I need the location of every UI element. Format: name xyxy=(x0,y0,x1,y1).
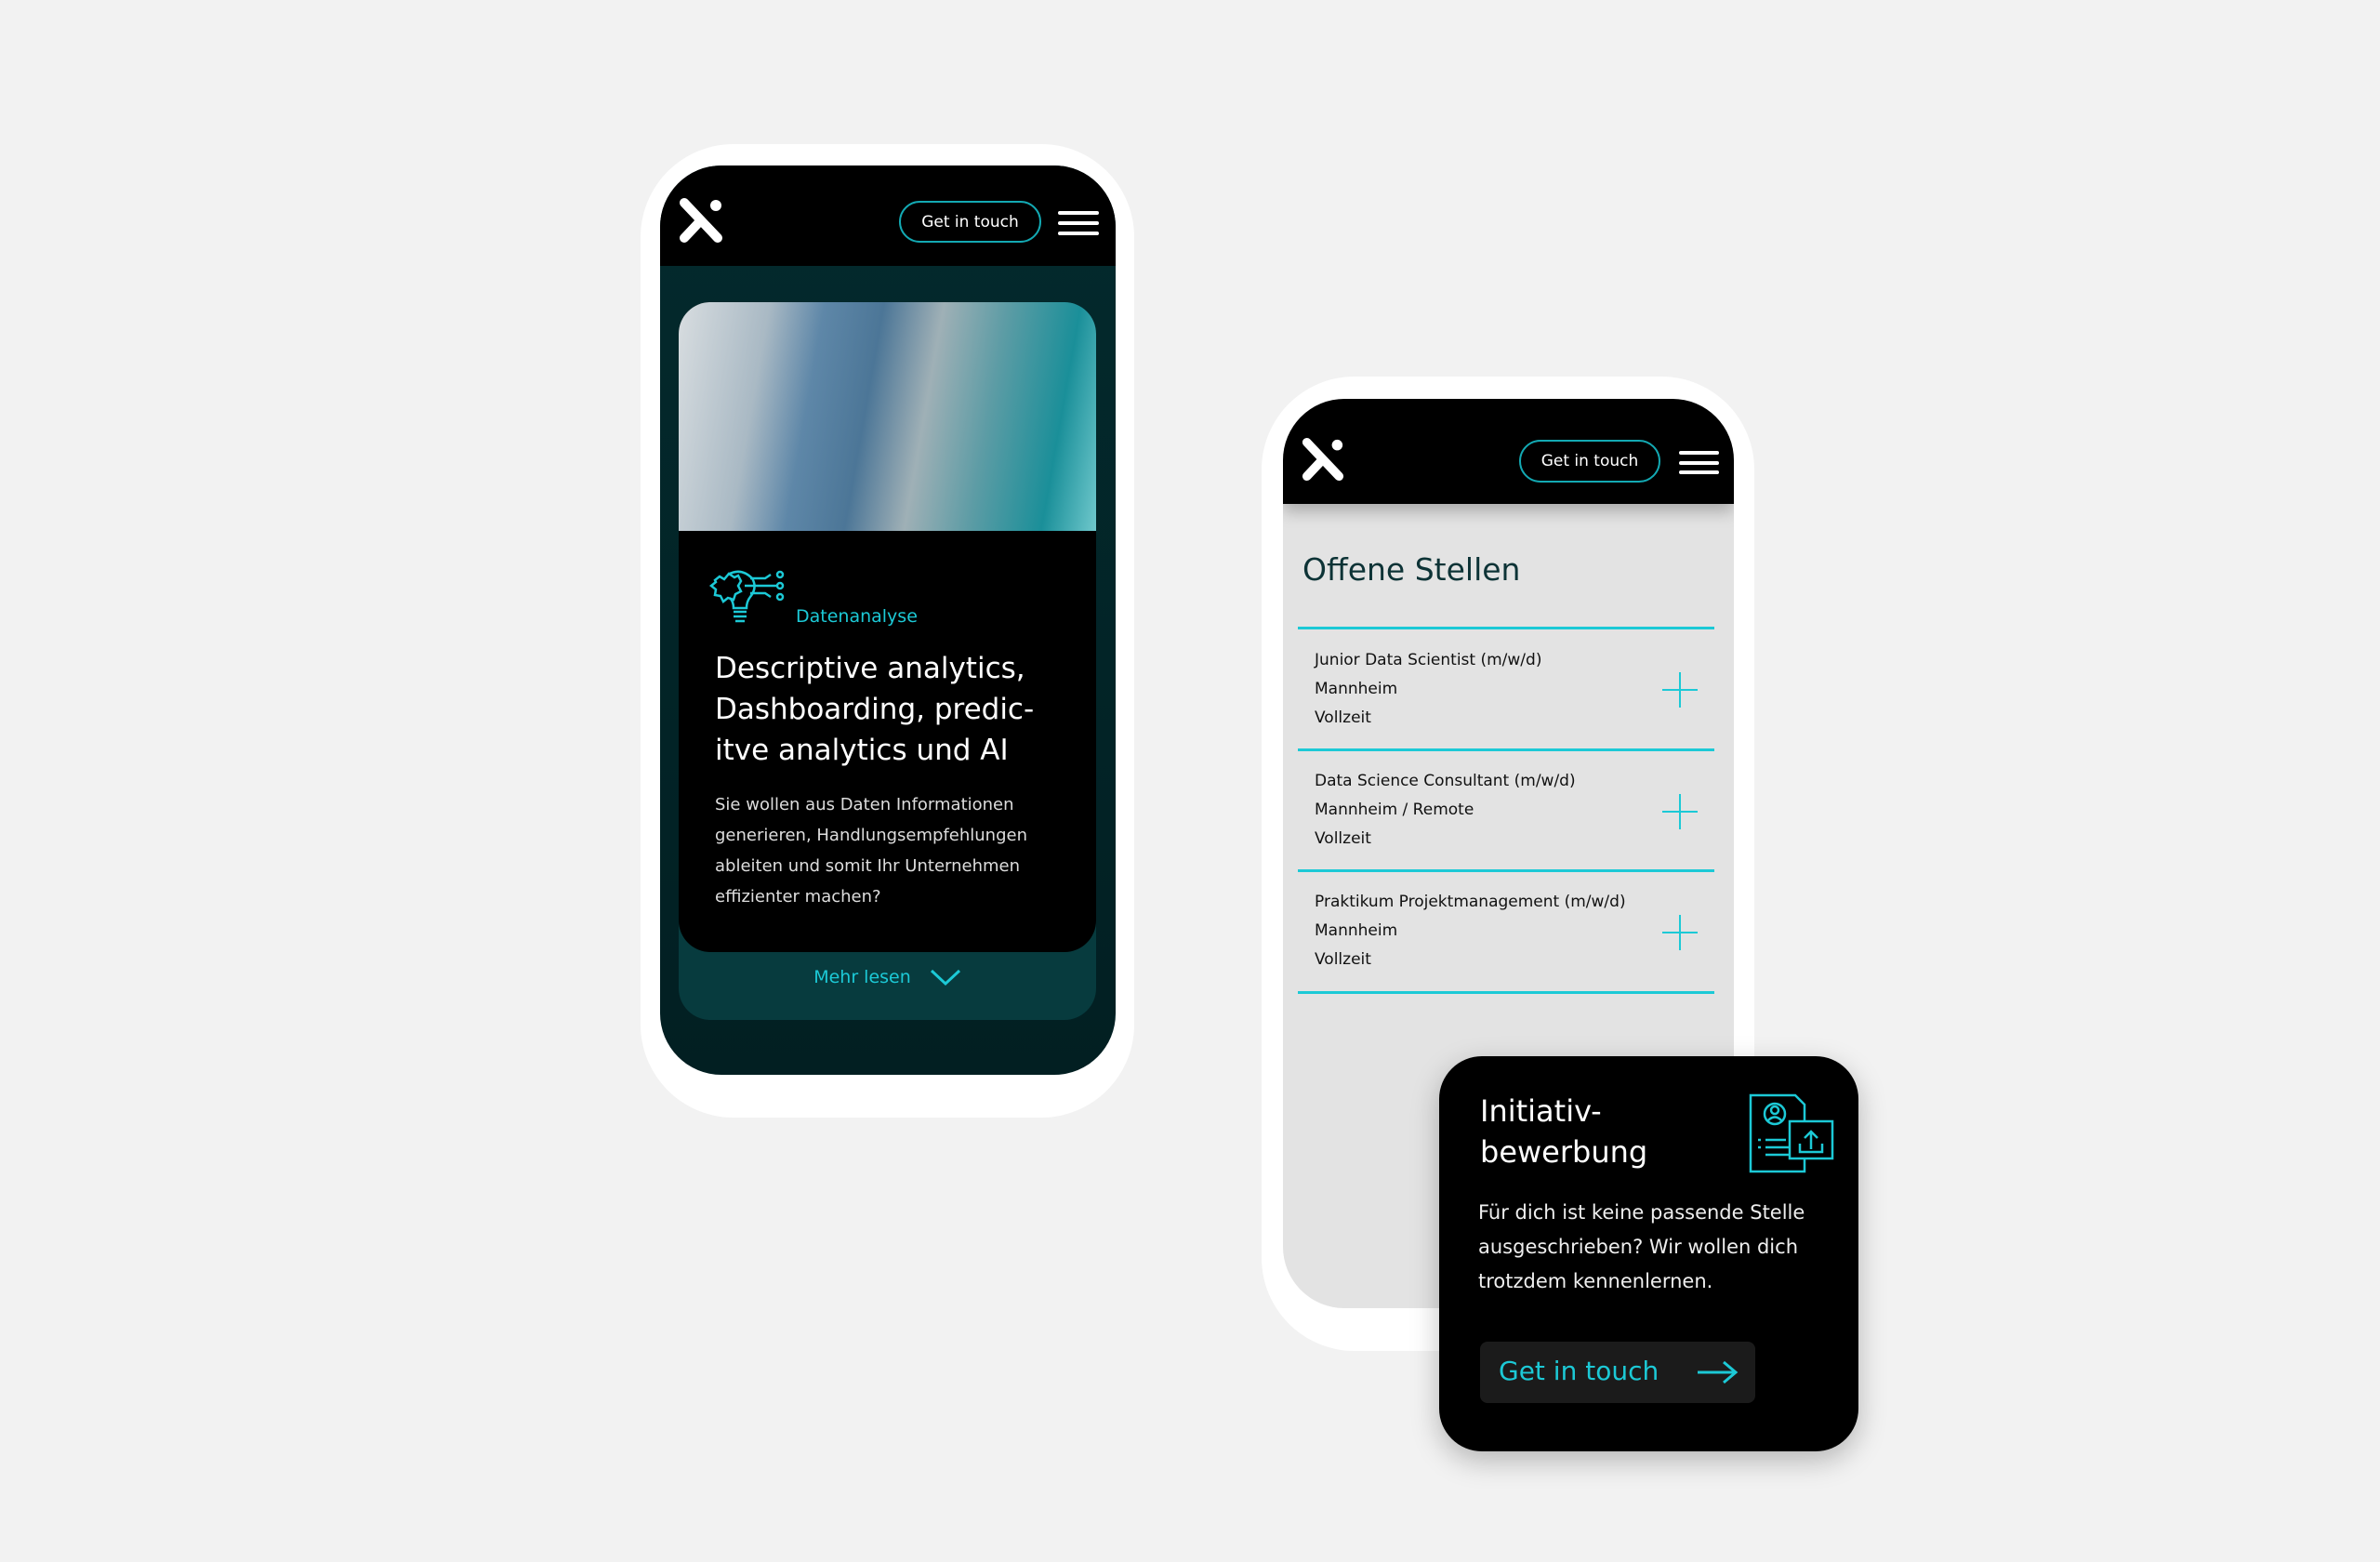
job-title: Data Science Consultant (m/w/d) xyxy=(1315,772,1576,790)
expand-plus-icon[interactable] xyxy=(1662,672,1698,708)
job-title: Junior Data Scientist (m/w/d) xyxy=(1315,651,1542,669)
service-description: Sie wollen aus Daten Informationen gener… xyxy=(715,795,1027,907)
job-location: Mannheim xyxy=(1315,680,1398,698)
service-card: Datenanalyse Descriptive analytics, Dash… xyxy=(679,302,1096,952)
site-header: Get in touch xyxy=(660,165,1116,266)
hamburger-icon[interactable] xyxy=(1058,211,1099,235)
job-item[interactable]: Praktikum Projektmanagement (m/w/d) Mann… xyxy=(1298,872,1714,994)
hamburger-icon[interactable] xyxy=(1679,451,1719,474)
job-item[interactable]: Data Science Consultant (m/w/d) Mannheim… xyxy=(1298,751,1714,872)
cta-label: Get in touch xyxy=(1499,1356,1659,1386)
chevron-down-icon xyxy=(930,969,960,986)
job-title: Praktikum Projektmanagement (m/w/d) xyxy=(1315,893,1626,911)
get-in-touch-cta-button[interactable]: Get in touch xyxy=(1480,1342,1755,1403)
job-item[interactable]: Junior Data Scientist (m/w/d) Mannheim V… xyxy=(1298,629,1714,751)
expand-plus-icon[interactable] xyxy=(1662,915,1698,950)
job-type: Vollzeit xyxy=(1315,708,1371,727)
job-type: Vollzeit xyxy=(1315,950,1371,969)
initiative-title: Initiativ- bewerbung xyxy=(1480,1093,1648,1170)
read-more-label: Mehr lesen xyxy=(813,967,911,987)
job-type: Vollzeit xyxy=(1315,829,1371,848)
read-more-row: Mehr lesen xyxy=(679,967,1096,987)
get-in-touch-button[interactable]: Get in touch xyxy=(899,201,1041,243)
service-category: Datenanalyse xyxy=(796,606,918,627)
job-location: Mannheim xyxy=(1315,921,1398,940)
service-title: Descriptive analytics, Dashboarding, pre… xyxy=(715,652,1035,767)
get-in-touch-button[interactable]: Get in touch xyxy=(1519,440,1660,483)
site-header: Get in touch xyxy=(1283,399,1734,504)
resume-upload-icon xyxy=(1749,1093,1834,1173)
man-working-on-laptop-photo xyxy=(679,302,1096,531)
x-logo[interactable] xyxy=(1301,437,1345,482)
initiative-description: Für dich ist keine passende Stelle ausge… xyxy=(1478,1201,1805,1292)
page-title: Offene Stellen xyxy=(1302,551,1521,588)
initiative-application-card: Initiativ- bewerbung Für dich ist keine … xyxy=(1439,1056,1858,1451)
job-location: Mannheim / Remote xyxy=(1315,801,1474,819)
lightbulb-gear-circuit-icon xyxy=(708,570,785,623)
expand-plus-icon[interactable] xyxy=(1662,794,1698,829)
x-logo[interactable] xyxy=(679,197,723,244)
arrow-right-icon xyxy=(1698,1360,1739,1384)
phone-screen-services: Get in touch Datenanalyse Descriptive an… xyxy=(660,165,1116,1075)
